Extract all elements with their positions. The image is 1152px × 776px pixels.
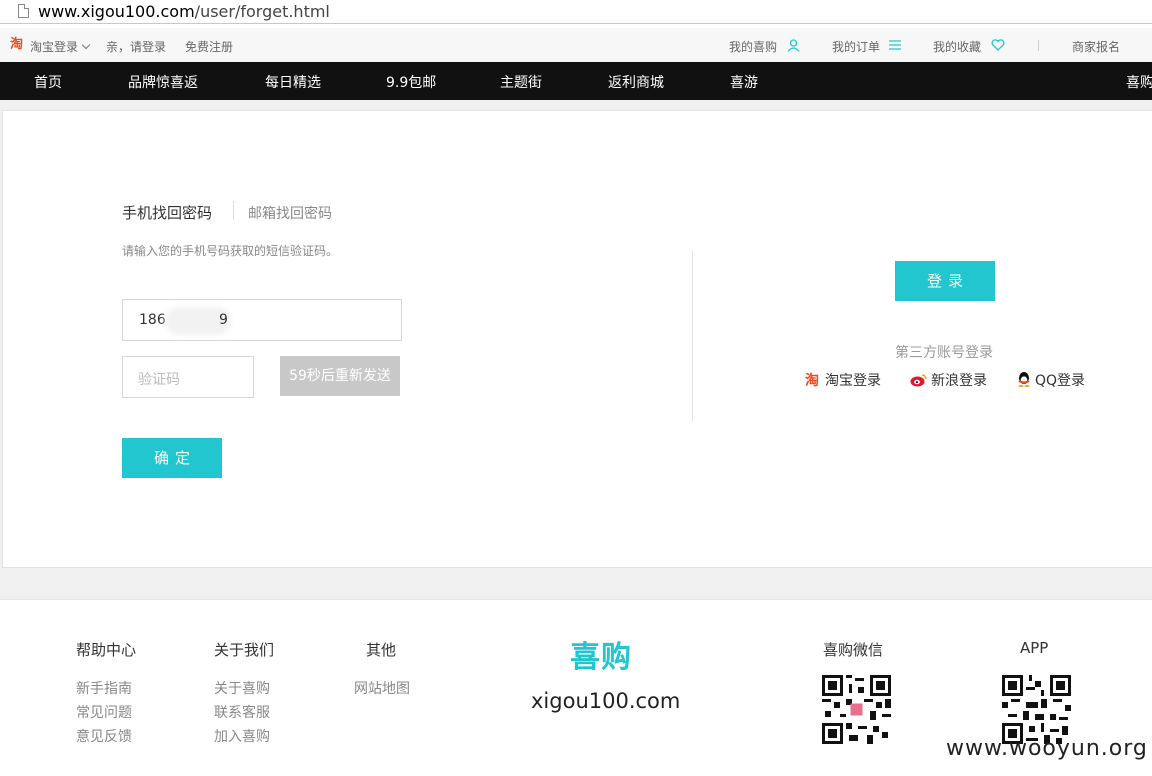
footer-link-contact[interactable]: 联系客服	[214, 702, 270, 722]
tab-divider	[233, 201, 234, 220]
nav-item-daily-pick[interactable]: 每日精选	[265, 72, 321, 92]
footer-divider	[0, 599, 1152, 600]
nav-item-theme-street[interactable]: 主题街	[500, 72, 542, 92]
taobao-login-text: 淘宝登录	[825, 373, 881, 389]
url-text[interactable]: www.xigou100.com/user/forget.html	[38, 2, 330, 21]
top-bar: 淘 淘宝登录 亲，请登录 免费注册 我的喜购 我的订单 我的收藏 商家报名	[0, 28, 1152, 62]
nav-item-rebate-mall[interactable]: 返利商城	[608, 72, 664, 92]
third-party-login-title: 第三方账号登录	[895, 345, 993, 361]
my-xigou-link[interactable]: 我的喜购	[729, 38, 777, 55]
url-path: /user/forget.html	[194, 2, 330, 21]
footer-link-about[interactable]: 关于喜购	[214, 678, 270, 698]
register-link[interactable]: 免费注册	[185, 38, 233, 55]
chevron-down-icon	[81, 40, 91, 50]
taobao-logo-icon: 淘	[10, 37, 24, 52]
sina-login-text: 新浪登录	[931, 373, 987, 389]
nav-item-free-shipping[interactable]: 9.9包邮	[386, 72, 436, 92]
my-favorites-link[interactable]: 我的收藏	[933, 38, 981, 55]
merchant-signup-link[interactable]: 商家报名	[1072, 38, 1120, 55]
footer-about-title: 关于我们	[214, 641, 275, 659]
qq-login-option[interactable]: QQ登录	[1016, 370, 1085, 390]
confirm-button[interactable]: 确定	[122, 438, 222, 478]
sina-login-option[interactable]: 新浪登录	[910, 370, 987, 390]
wechat-qr-code	[822, 675, 891, 744]
taobao-login-option[interactable]: 淘淘宝登录	[805, 370, 881, 390]
footer-domain: xigou100.com	[531, 689, 681, 713]
divider	[1038, 40, 1039, 51]
login-button[interactable]: 登录	[895, 261, 995, 301]
tab-phone-recovery[interactable]: 手机找回密码	[122, 202, 212, 223]
list-icon	[889, 40, 901, 50]
heart-icon	[991, 39, 1005, 51]
user-icon	[787, 39, 800, 52]
resend-code-button[interactable]: 59秒后重新发送	[280, 356, 400, 396]
taobao-login-label: 淘宝登录	[30, 40, 79, 54]
sms-hint: 请输入您的手机号码获取的短信验证码。	[122, 244, 339, 258]
login-link[interactable]: 亲，请登录	[106, 38, 166, 55]
footer-link-faq[interactable]: 常见问题	[76, 702, 132, 722]
taobao-login-link[interactable]: 淘宝登录	[30, 38, 91, 55]
nav-item-brand-return[interactable]: 品牌惊喜返	[128, 72, 198, 92]
qq-login-text: QQ登录	[1035, 373, 1086, 389]
my-orders-link[interactable]: 我的订单	[832, 38, 880, 55]
footer-wechat-title: 喜购微信	[823, 641, 884, 659]
vertical-divider	[692, 250, 693, 422]
url-host: www.xigou100.com	[38, 2, 195, 21]
address-bar[interactable]: www.xigou100.com/user/forget.html	[0, 0, 1152, 24]
footer-link-sitemap[interactable]: 网站地图	[354, 678, 410, 698]
footer-help-title: 帮助中心	[76, 641, 137, 659]
phone-value-end: 9	[219, 312, 228, 328]
nav-item-xiyou[interactable]: 喜游	[730, 72, 758, 92]
xigou-logo: 喜购	[570, 640, 632, 675]
page-icon	[18, 4, 29, 18]
phone-value-start: 186	[139, 312, 166, 328]
phone-input[interactable]: 186 9	[122, 299, 402, 341]
footer-link-feedback[interactable]: 意见反馈	[76, 726, 132, 746]
qq-penguin-icon	[1018, 372, 1030, 387]
verification-code-input[interactable]: 验证码	[122, 356, 254, 398]
taobao-icon: 淘	[805, 373, 819, 389]
nav-item-home[interactable]: 首页	[34, 72, 62, 92]
footer-app-title: APP	[1020, 639, 1049, 657]
footer-link-join[interactable]: 加入喜购	[214, 726, 270, 746]
main-nav: 首页 品牌惊喜返 每日精选 9.9包邮 主题街 返利商城 喜游 喜购	[0, 62, 1152, 100]
nav-item-xigou[interactable]: 喜购	[1126, 72, 1152, 92]
footer-link-newbie-guide[interactable]: 新手指南	[76, 678, 132, 698]
app-qr-code	[1002, 675, 1071, 744]
watermark: www.wooyun.org	[946, 736, 1148, 761]
footer-other-title: 其他	[366, 641, 397, 659]
weibo-icon	[910, 374, 927, 387]
tab-email-recovery[interactable]: 邮箱找回密码	[248, 203, 332, 223]
